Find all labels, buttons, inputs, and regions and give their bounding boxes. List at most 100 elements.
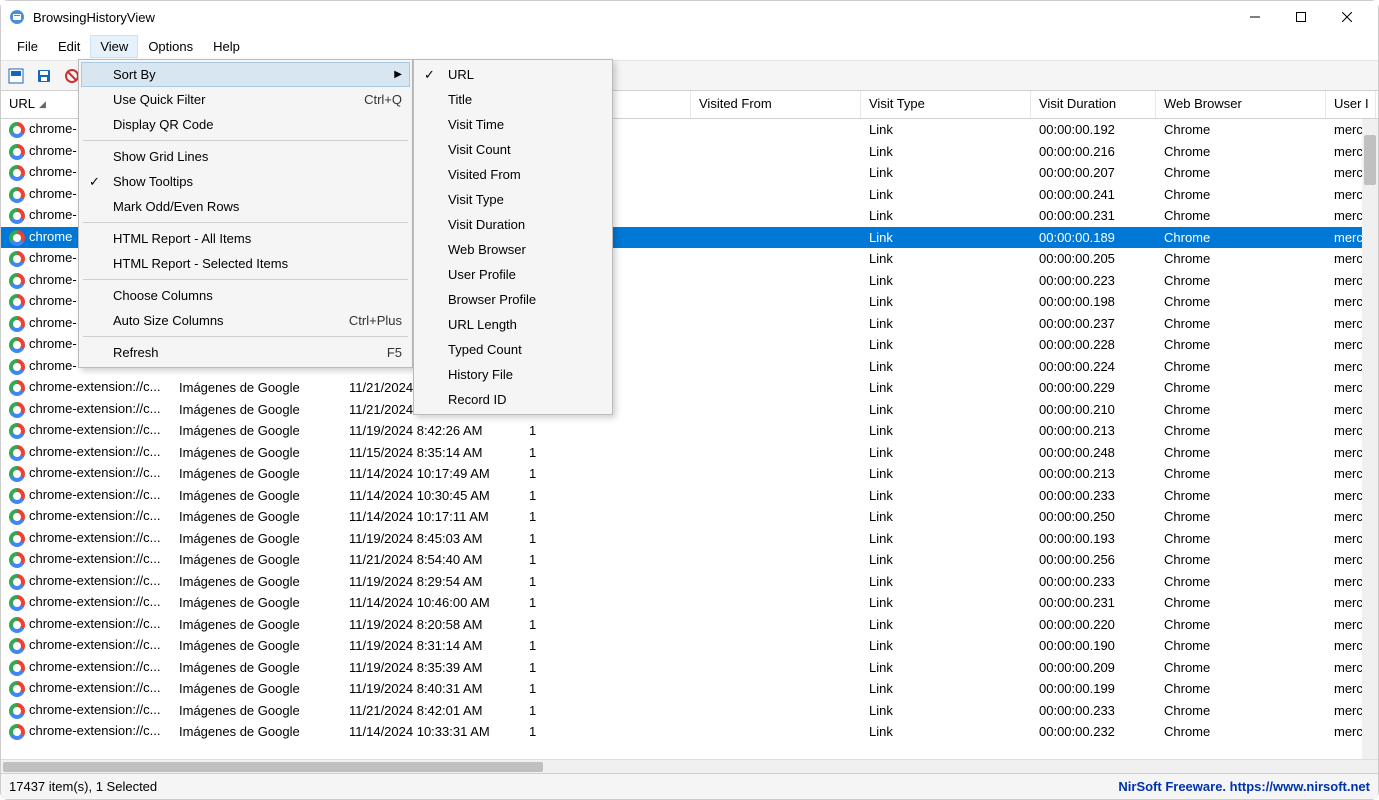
status-right: NirSoft Freeware. https://www.nirsoft.ne… (1118, 779, 1370, 794)
chrome-icon (9, 509, 25, 525)
chrome-icon (9, 359, 25, 375)
menu-separator (83, 140, 408, 141)
view-html-all[interactable]: HTML Report - All Items (81, 226, 410, 251)
chrome-icon (9, 724, 25, 740)
sort-visit-type[interactable]: Visit Type (416, 187, 610, 212)
view-use-quick-filter[interactable]: Use Quick FilterCtrl+Q (81, 87, 410, 112)
menu-separator (83, 336, 408, 337)
table-row[interactable]: chrome-extension://c...Imágenes de Googl… (1, 592, 1378, 614)
chrome-icon (9, 337, 25, 353)
table-row[interactable]: chrome-extension://c...Imágenes de Googl… (1, 485, 1378, 507)
view-choose-columns[interactable]: Choose Columns (81, 283, 410, 308)
chrome-icon (9, 681, 25, 697)
chrome-icon (9, 316, 25, 332)
chrome-icon (9, 230, 25, 246)
chrome-icon (9, 531, 25, 547)
maximize-button[interactable] (1278, 2, 1324, 32)
submenu-arrow-icon: ▶ (394, 69, 402, 80)
sort-title[interactable]: Title (416, 87, 610, 112)
table-row[interactable]: chrome-extension://c...Imágenes de Googl… (1, 635, 1378, 657)
menu-view[interactable]: View (90, 35, 138, 58)
menu-bar: File Edit View Options Help (1, 33, 1378, 61)
sort-visit-duration[interactable]: Visit Duration (416, 212, 610, 237)
view-refresh[interactable]: RefreshF5 (81, 340, 410, 365)
chrome-icon (9, 402, 25, 418)
table-row[interactable]: chrome-extension://c...Imágenes de Googl… (1, 614, 1378, 636)
sort-user-profile[interactable]: User Profile (416, 262, 610, 287)
column-visit-duration[interactable]: Visit Duration (1031, 91, 1156, 118)
chrome-icon (9, 445, 25, 461)
sort-web-browser[interactable]: Web Browser (416, 237, 610, 262)
column-visit-type[interactable]: Visit Type (861, 91, 1031, 118)
check-icon: ✓ (424, 67, 435, 83)
chrome-icon (9, 703, 25, 719)
table-row[interactable]: chrome-extension://c...Imágenes de Googl… (1, 506, 1378, 528)
table-row[interactable]: chrome-extension://c...Imágenes de Googl… (1, 399, 1378, 421)
chrome-icon (9, 165, 25, 181)
view-auto-size-columns[interactable]: Auto Size ColumnsCtrl+Plus (81, 308, 410, 333)
chrome-icon (9, 488, 25, 504)
chrome-icon (9, 208, 25, 224)
status-left: 17437 item(s), 1 Selected (9, 779, 157, 794)
menu-separator (83, 279, 408, 280)
check-icon: ✓ (89, 174, 100, 190)
column-visited-from[interactable]: Visited From (691, 91, 861, 118)
sort-typed-count[interactable]: Typed Count (416, 337, 610, 362)
table-row[interactable]: chrome-extension://c...Imágenes de Googl… (1, 377, 1378, 399)
sort-record-id[interactable]: Record ID (416, 387, 610, 412)
sort-browser-profile[interactable]: Browser Profile (416, 287, 610, 312)
chrome-icon (9, 380, 25, 396)
sort-indicator-icon: ◢ (39, 99, 46, 109)
close-button[interactable] (1324, 2, 1370, 32)
table-row[interactable]: chrome-extension://c...Imágenes de Googl… (1, 463, 1378, 485)
view-html-selected[interactable]: HTML Report - Selected Items (81, 251, 410, 276)
table-row[interactable]: chrome-extension://c...Imágenes de Googl… (1, 700, 1378, 722)
menu-edit[interactable]: Edit (48, 35, 90, 58)
minimize-button[interactable] (1232, 2, 1278, 32)
table-row[interactable]: chrome-extension://c...Imágenes de Googl… (1, 678, 1378, 700)
chrome-icon (9, 251, 25, 267)
chrome-icon (9, 617, 25, 633)
view-sort-by[interactable]: Sort By▶ (81, 62, 410, 87)
table-row[interactable]: chrome-extension://c...Imágenes de Googl… (1, 549, 1378, 571)
column-web-browser[interactable]: Web Browser (1156, 91, 1326, 118)
chrome-icon (9, 638, 25, 654)
column-user[interactable]: User I (1326, 91, 1376, 118)
chrome-icon (9, 423, 25, 439)
toolbar-save-icon[interactable] (5, 65, 27, 87)
chrome-icon (9, 273, 25, 289)
table-row[interactable]: chrome-extension://c...Imágenes de Googl… (1, 528, 1378, 550)
vertical-scrollbar[interactable] (1362, 119, 1378, 759)
horizontal-scrollbar-thumb[interactable] (3, 762, 543, 772)
sort-visit-time[interactable]: Visit Time (416, 112, 610, 137)
sort-visited-from[interactable]: Visited From (416, 162, 610, 187)
sort-history-file[interactable]: History File (416, 362, 610, 387)
sort-url-length[interactable]: URL Length (416, 312, 610, 337)
view-show-tooltips[interactable]: ✓Show Tooltips (81, 169, 410, 194)
table-row[interactable]: chrome-extension://c...Imágenes de Googl… (1, 657, 1378, 679)
table-row[interactable]: chrome-extension://c...Imágenes de Googl… (1, 721, 1378, 743)
menu-help[interactable]: Help (203, 35, 250, 58)
view-display-qr[interactable]: Display QR Code (81, 112, 410, 137)
chrome-icon (9, 552, 25, 568)
toolbar-disk-icon[interactable] (33, 65, 55, 87)
sort-visit-count[interactable]: Visit Count (416, 137, 610, 162)
view-dropdown: Sort By▶ Use Quick FilterCtrl+Q Display … (78, 59, 413, 368)
horizontal-scrollbar[interactable] (1, 759, 1378, 773)
window-title: BrowsingHistoryView (33, 10, 1232, 25)
chrome-icon (9, 122, 25, 138)
view-mark-odd-even[interactable]: Mark Odd/Even Rows (81, 194, 410, 219)
view-show-grid-lines[interactable]: Show Grid Lines (81, 144, 410, 169)
table-row[interactable]: chrome-extension://c...Imágenes de Googl… (1, 571, 1378, 593)
chrome-icon (9, 595, 25, 611)
menu-separator (83, 222, 408, 223)
chrome-icon (9, 294, 25, 310)
table-row[interactable]: chrome-extension://c...Imágenes de Googl… (1, 420, 1378, 442)
chrome-icon (9, 144, 25, 160)
menu-options[interactable]: Options (138, 35, 203, 58)
vertical-scrollbar-thumb[interactable] (1364, 135, 1376, 185)
menu-file[interactable]: File (7, 35, 48, 58)
sort-url[interactable]: ✓URL (416, 62, 610, 87)
chrome-icon (9, 660, 25, 676)
table-row[interactable]: chrome-extension://c...Imágenes de Googl… (1, 442, 1378, 464)
